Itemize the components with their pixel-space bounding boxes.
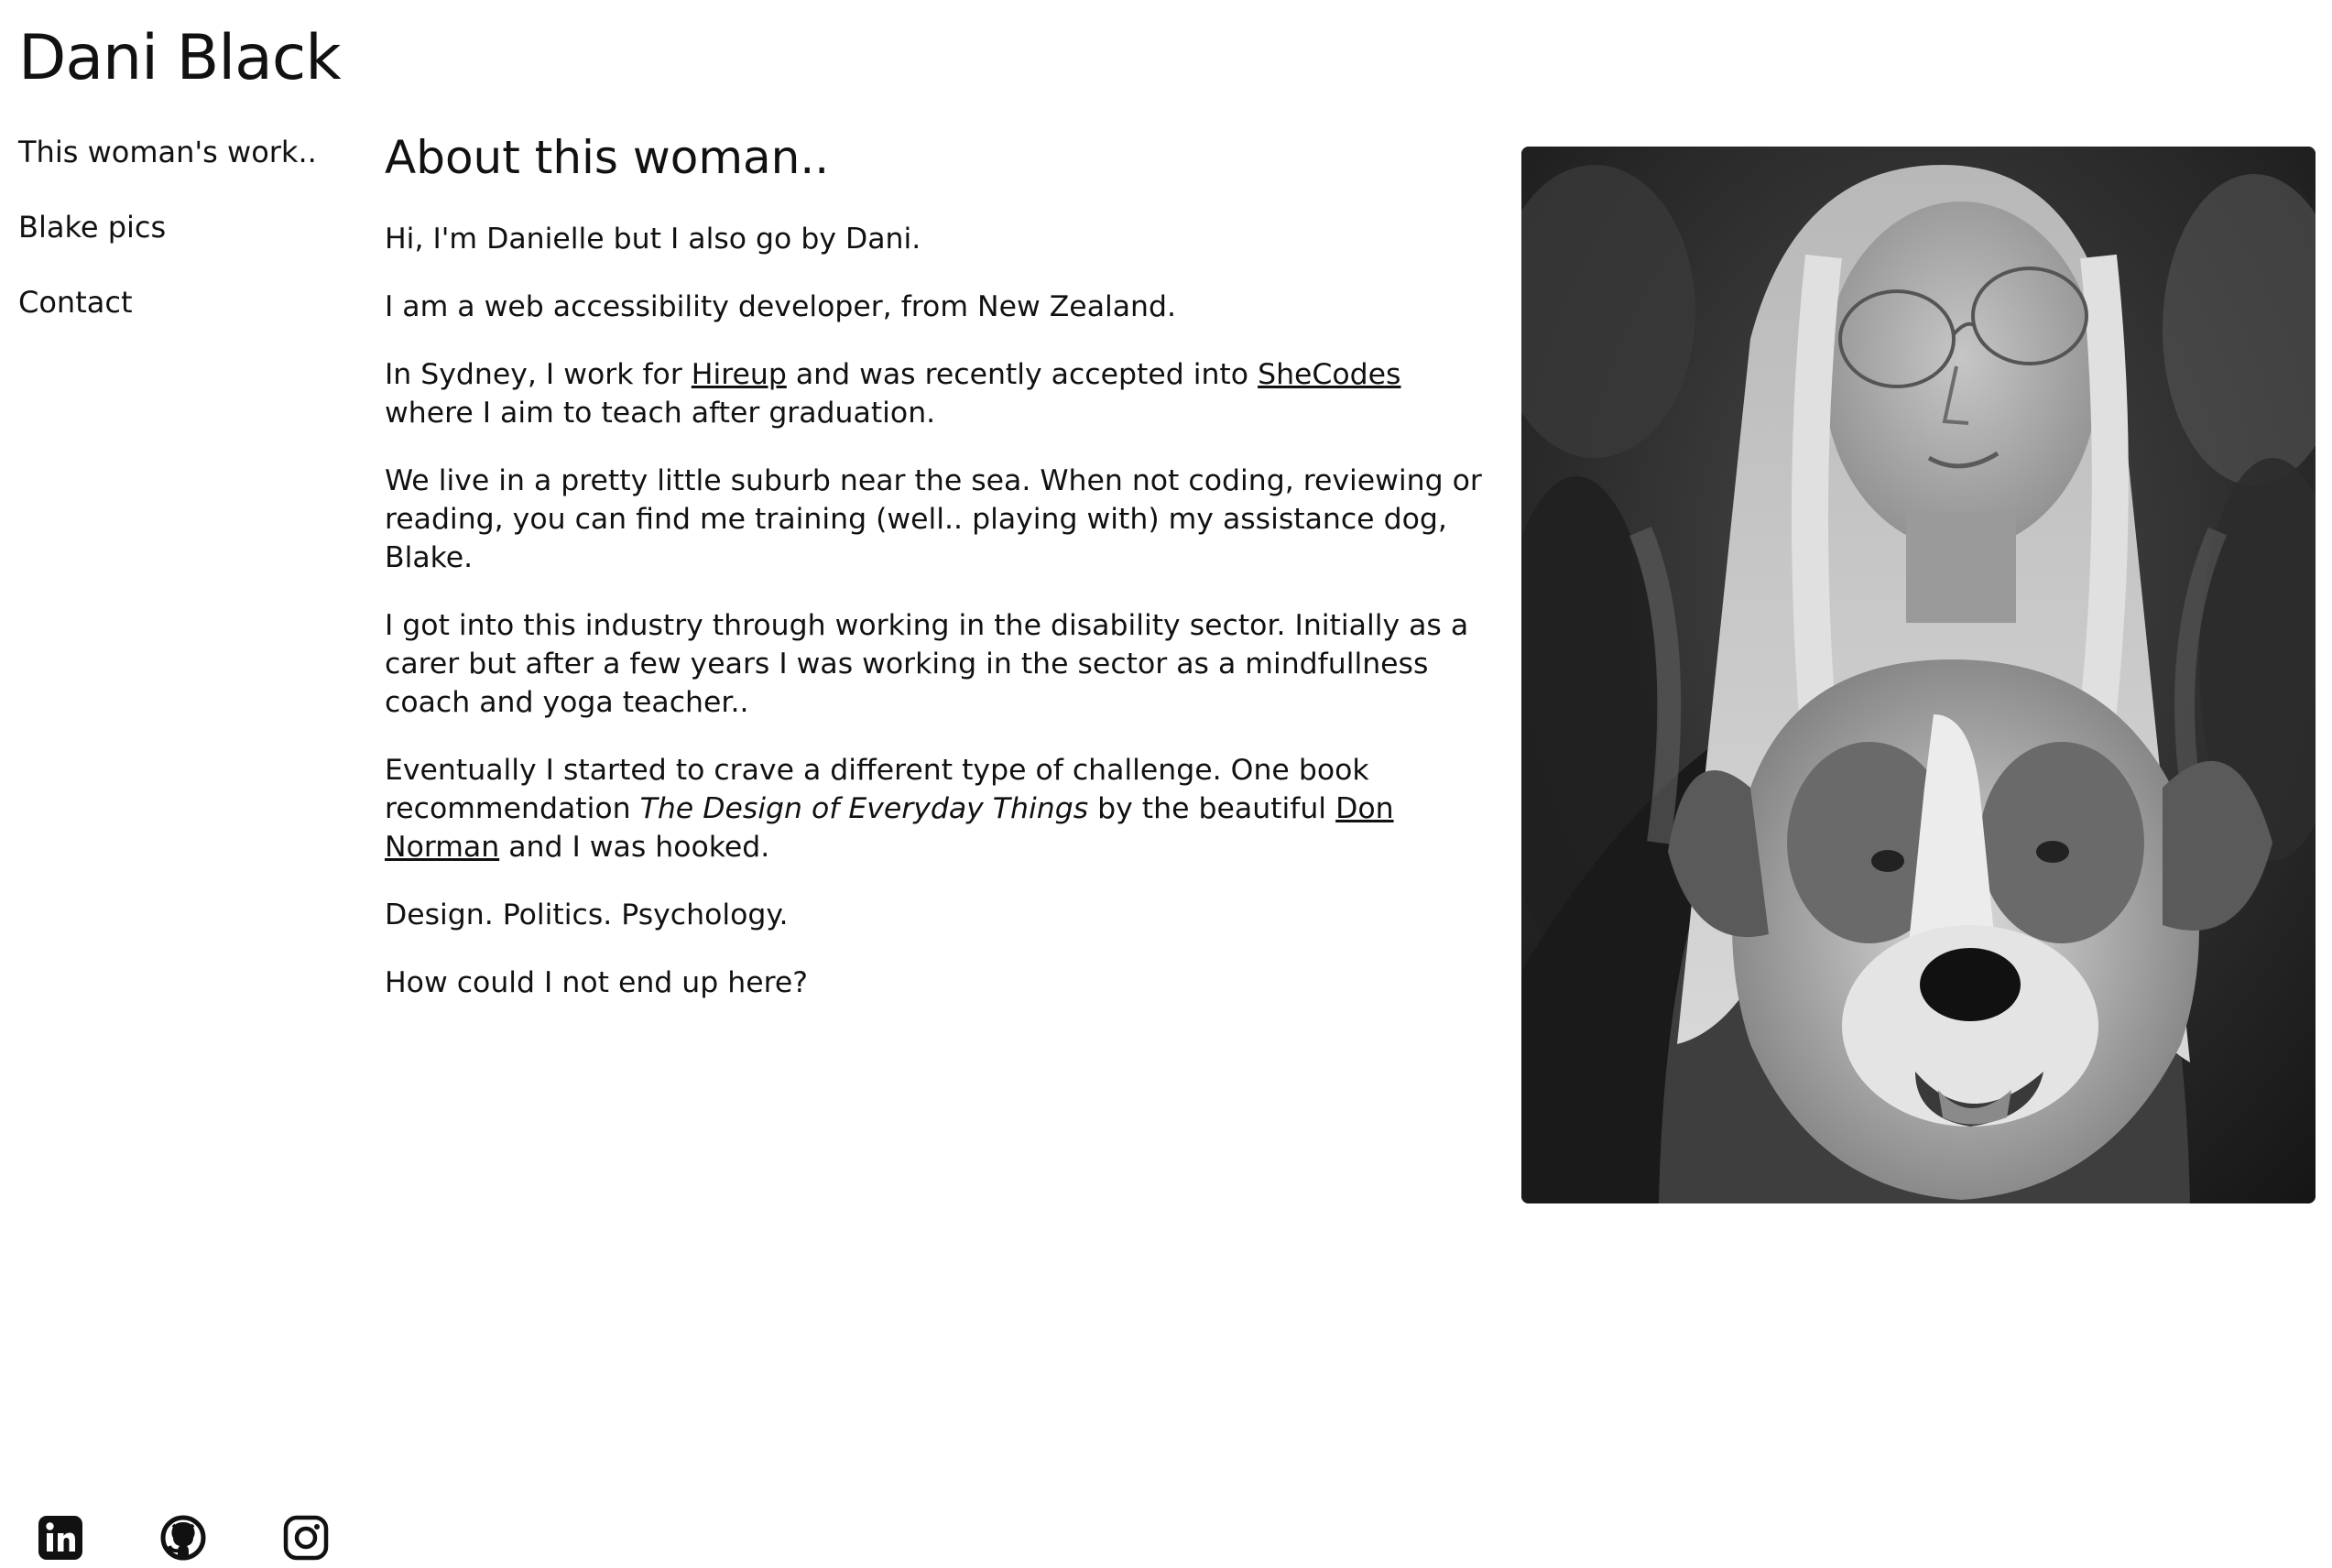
nav-link-blake-pics[interactable]: Blake pics bbox=[18, 205, 317, 249]
nav-link-work[interactable]: This woman's work.. bbox=[18, 130, 317, 174]
github-link[interactable] bbox=[159, 1514, 207, 1562]
background-paragraph: I got into this industry through working… bbox=[385, 609, 1469, 719]
github-icon bbox=[160, 1515, 206, 1561]
about-section: About this woman.. Hi, I'm Danielle but … bbox=[385, 128, 1493, 1031]
work-text-before: In Sydney, I work for bbox=[385, 358, 692, 391]
instagram-link[interactable] bbox=[282, 1514, 330, 1562]
challenge-text-after: and I was hooked. bbox=[499, 831, 770, 864]
role-paragraph: I am a web accessibility developer, from… bbox=[385, 290, 1177, 323]
challenge-paragraph: Eventually I started to crave a differen… bbox=[385, 751, 1493, 866]
about-heading: About this woman.. bbox=[385, 131, 830, 184]
linkedin-link[interactable] bbox=[37, 1514, 84, 1562]
site-title: Dani Black bbox=[18, 22, 342, 94]
challenge-text-middle: by the beautiful bbox=[1088, 792, 1336, 825]
main-nav: This woman's work.. Blake pics Contact bbox=[18, 130, 317, 355]
life-paragraph: We live in a pretty little suburb near t… bbox=[385, 464, 1482, 574]
work-text-after: where I aim to teach after graduation. bbox=[385, 397, 936, 430]
linkedin-icon bbox=[38, 1516, 82, 1560]
interests-paragraph: Design. Politics. Psychology. bbox=[385, 898, 789, 931]
closing-paragraph: How could I not end up here? bbox=[385, 966, 808, 999]
social-links bbox=[37, 1514, 330, 1562]
portrait-photo bbox=[1521, 147, 2316, 1203]
work-paragraph: In Sydney, I work for Hireup and was rec… bbox=[385, 355, 1493, 432]
portrait-photo-illustration bbox=[1521, 147, 2316, 1203]
shecodes-link[interactable]: SheCodes bbox=[1258, 358, 1400, 391]
book-title: The Design of Everyday Things bbox=[639, 792, 1089, 825]
instagram-icon bbox=[283, 1515, 329, 1561]
intro-paragraph: Hi, I'm Danielle but I also go by Dani. bbox=[385, 223, 921, 256]
nav-link-contact[interactable]: Contact bbox=[18, 280, 317, 324]
work-text-middle: and was recently accepted into bbox=[786, 358, 1259, 391]
hireup-link[interactable]: Hireup bbox=[692, 358, 787, 391]
